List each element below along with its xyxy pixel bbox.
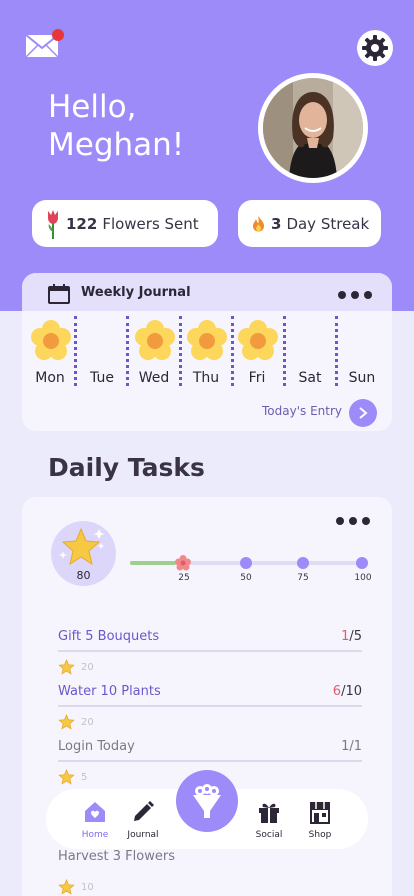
house-icon [85,802,105,822]
task-reward-value: 20 [81,661,94,673]
flower-icon-fri [237,320,279,362]
flame-icon [252,215,265,232]
greeting: Hello, Meghan! [48,88,184,164]
nav-shop-label: Shop [308,830,332,840]
task-divider [58,650,362,652]
task-divider [58,760,362,762]
gear-icon[interactable] [357,30,393,66]
task-reward-value: 10 [81,881,94,893]
bouquet-icon [193,784,221,818]
milestone-label: 75 [297,573,309,583]
task-name: Gift 5 Bouquets [58,629,160,644]
day-fri[interactable]: Fri [231,370,283,386]
day-thu[interactable]: Thu [180,370,232,386]
nav-shop[interactable]: Shop [295,800,345,840]
progress-flower-marker [175,555,191,575]
greeting-line-2: Meghan! [48,127,185,163]
nav-home-label: Home [81,830,109,840]
star-icon [58,659,75,675]
nav-journal[interactable]: Journal [118,800,168,840]
store-icon [310,802,330,824]
task-name: Harvest 3 Flowers [58,849,175,864]
milestone-label: 50 [240,573,252,583]
task-reward-value: 5 [81,771,88,783]
progress-fill [130,561,177,565]
task-progress: 6/10 [332,684,362,699]
daily-tasks-title: Daily Tasks [48,453,205,482]
task-progress: 1/5 [341,629,362,644]
task-reward: 20 [58,714,94,730]
milestone-label: 100 [354,573,372,583]
nav-social-label: Social [255,830,283,840]
send-bouquet-button[interactable] [176,770,238,832]
weekly-journal-card: Weekly Journal Mon Tue Wed Thu Fri Sat S… [22,273,392,431]
task-name: Water 10 Plants [58,684,161,699]
day-streak-card[interactable]: 3 Day Streak [238,200,381,247]
day-sun[interactable]: Sun [336,370,388,386]
pencil-icon [134,801,154,821]
avatar-photo [263,78,363,178]
flower-icon-thu [186,320,228,362]
flowers-sent-card[interactable]: 122 Flowers Sent [32,200,218,247]
flower-icon-mon [30,320,72,362]
chevron-right-icon [359,407,368,419]
star-icon [58,714,75,730]
nav-social[interactable]: Social [244,800,294,840]
gift-icon [259,803,279,823]
streak-label: Day Streak [286,214,370,233]
day-tue[interactable]: Tue [76,370,128,386]
task-progress: 1/1 [341,739,362,754]
task-reward: 5 [58,769,87,785]
nav-home[interactable]: Home [70,800,120,840]
journal-title: Weekly Journal [81,285,191,300]
flower-icon-wed [134,320,176,362]
points-value: 80 [76,569,91,582]
flowers-label: Flowers Sent [102,214,199,233]
avatar[interactable] [258,73,368,183]
star-icon [58,879,75,895]
journal-header [22,273,392,311]
task-divider [58,705,362,707]
milestone-label: 25 [178,573,190,583]
tulip-icon [46,208,60,240]
day-mon[interactable]: Mon [24,370,76,386]
todays-entry-link[interactable]: Today's Entry [262,404,342,418]
task-name: Login Today [58,739,135,754]
milestone-dot-50 [240,557,252,569]
calendar-icon [48,284,70,308]
nav-journal-label: Journal [127,830,159,840]
day-wed[interactable]: Wed [128,370,180,386]
task-reward: 20 [58,659,94,675]
milestone-dot-75 [297,557,309,569]
journal-more-button[interactable] [338,291,372,299]
points-badge: 80 [51,521,116,586]
todays-entry-button[interactable] [349,399,377,427]
task-reward: 10 [58,879,94,895]
streak-count: 3 [271,214,282,233]
flowers-count: 122 [66,214,98,233]
notification-dot [52,29,64,41]
greeting-line-1: Hello, [48,89,137,125]
star-icon [58,769,75,785]
milestone-dot-100 [356,557,368,569]
task-reward-value: 20 [81,716,94,728]
tasks-more-button[interactable] [336,517,370,525]
day-sat[interactable]: Sat [284,370,336,386]
